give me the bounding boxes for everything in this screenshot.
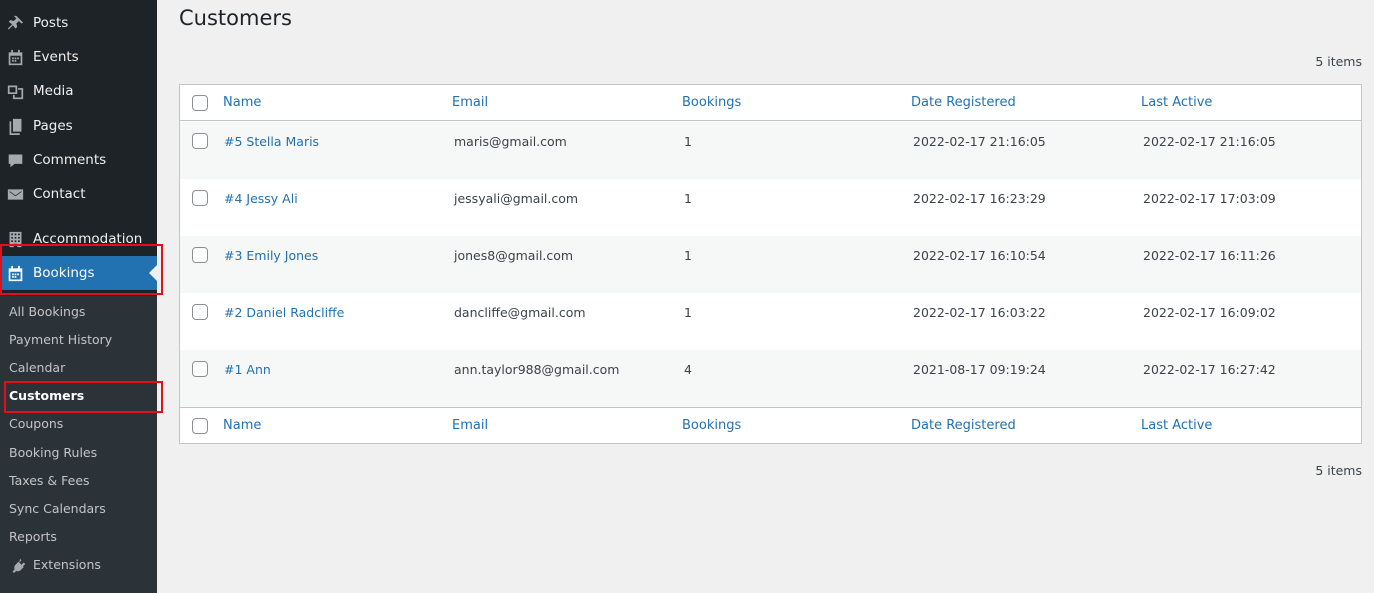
menu-item-label: Contact [33,186,86,202]
menu-item-contact[interactable]: Contact [0,177,157,211]
column-footer-bookings[interactable]: Bookings [682,418,741,433]
row-checkbox[interactable] [192,304,208,320]
customers-table: Name Email Bookings Date Registered Last… [179,84,1362,444]
comment-icon [6,151,24,169]
customer-date-registered: 2022-02-17 21:16:05 [913,134,1046,149]
table-row: #4 Jessy Ali jessyali@gmail.com 1 2022-0… [180,179,1361,236]
menu-item-label: Bookings [33,265,95,281]
select-all-checkbox-bottom[interactable] [192,418,208,434]
customer-date-registered: 2022-02-17 16:23:29 [913,191,1046,206]
submenu-sync-calendars[interactable]: Sync Calendars [9,498,106,520]
table-row: #1 Ann ann.taylor988@gmail.com 4 2021-08… [180,350,1361,407]
customer-last-active: 2022-02-17 16:09:02 [1143,305,1276,320]
submenu-payment-history[interactable]: Payment History [9,329,112,351]
page-title: Customers [179,6,292,30]
pages-icon [6,117,24,135]
customer-date-registered: 2022-02-17 16:03:22 [913,305,1046,320]
customer-date-registered: 2021-08-17 09:19:24 [913,362,1046,377]
customer-date-registered: 2022-02-17 16:10:54 [913,248,1046,263]
customer-bookings: 1 [684,305,692,320]
customer-email: ann.taylor988@gmail.com [454,362,620,377]
submenu-customers[interactable]: Customers [9,385,84,407]
customer-email: maris@gmail.com [454,134,567,149]
menu-item-label: Media [33,83,74,99]
media-icon [6,82,24,100]
column-header-bookings[interactable]: Bookings [682,95,741,110]
customer-last-active: 2022-02-17 17:03:09 [1143,191,1276,206]
menu-item-label: Events [33,49,79,65]
pin-icon [6,14,24,32]
menu-item-accommodation[interactable]: Accommodation [0,222,157,256]
column-footer-last-active[interactable]: Last Active [1141,418,1212,433]
items-count-top: 5 items [1315,54,1362,69]
submenu-taxes-fees[interactable]: Taxes & Fees [9,470,90,492]
customer-last-active: 2022-02-17 21:16:05 [1143,134,1276,149]
menu-item-comments[interactable]: Comments [0,143,157,177]
column-header-email[interactable]: Email [452,95,488,110]
menu-item-posts[interactable]: Posts [0,6,157,40]
building-icon [6,230,24,248]
column-footer-date-registered[interactable]: Date Registered [911,418,1016,433]
table-footer: Name Email Bookings Date Registered Last… [180,407,1361,443]
customer-bookings: 1 [684,134,692,149]
customer-name-link[interactable]: #1 Ann [224,362,271,377]
items-count-bottom: 5 items [1315,463,1362,478]
table-row: #5 Stella Maris maris@gmail.com 1 2022-0… [180,122,1361,179]
customer-email: dancliffe@gmail.com [454,305,586,320]
submenu-label: Extensions [33,557,101,572]
submenu-extensions[interactable]: Extensions [11,554,101,576]
select-all-checkbox[interactable] [192,95,208,111]
customer-bookings: 1 [684,191,692,206]
row-checkbox[interactable] [192,133,208,149]
plugin-icon [12,558,26,573]
submenu-booking-rules[interactable]: Booking Rules [9,442,97,464]
table-row: #3 Emily Jones jones8@gmail.com 1 2022-0… [180,236,1361,293]
calendar-icon [6,48,24,66]
customer-name-link[interactable]: #5 Stella Maris [224,134,319,149]
customer-bookings: 1 [684,248,692,263]
admin-sidebar: Posts Events Media Pages Comments Contac… [0,0,157,593]
column-header-date-registered[interactable]: Date Registered [911,95,1016,110]
calendar-icon [6,264,24,282]
table-header: Name Email Bookings Date Registered Last… [180,85,1361,121]
column-header-name[interactable]: Name [223,95,261,110]
customer-email: jones8@gmail.com [454,248,574,263]
menu-item-bookings[interactable]: Bookings [0,256,157,290]
menu-item-pages[interactable]: Pages [0,109,157,143]
customer-name-link[interactable]: #4 Jessy Ali [224,191,298,206]
column-footer-email[interactable]: Email [452,418,488,433]
row-checkbox[interactable] [192,361,208,377]
submenu-reports[interactable]: Reports [9,526,57,548]
menu-item-label: Posts [33,15,69,31]
column-header-last-active[interactable]: Last Active [1141,95,1212,110]
customer-email: jessyali@gmail.com [454,191,579,206]
submenu-calendar[interactable]: Calendar [9,357,65,379]
customer-bookings: 4 [684,362,692,377]
menu-item-label: Comments [33,152,107,168]
row-checkbox[interactable] [192,247,208,263]
customer-name-link[interactable]: #3 Emily Jones [224,248,318,263]
menu-item-events[interactable]: Events [0,40,157,74]
mail-icon [6,185,24,203]
submenu-all-bookings[interactable]: All Bookings [9,301,85,323]
customer-last-active: 2022-02-17 16:11:26 [1143,248,1276,263]
bookings-submenu: All Bookings Payment History Calendar Cu… [0,296,157,593]
table-row: #2 Daniel Radcliffe dancliffe@gmail.com … [180,293,1361,350]
customer-last-active: 2022-02-17 16:27:42 [1143,362,1276,377]
row-checkbox[interactable] [192,190,208,206]
menu-item-label: Accommodation [33,231,143,247]
column-footer-name[interactable]: Name [223,418,261,433]
customer-name-link[interactable]: #2 Daniel Radcliffe [224,305,344,320]
menu-item-label: Pages [33,118,73,134]
submenu-coupons[interactable]: Coupons [9,413,63,435]
menu-item-media[interactable]: Media [0,74,157,108]
